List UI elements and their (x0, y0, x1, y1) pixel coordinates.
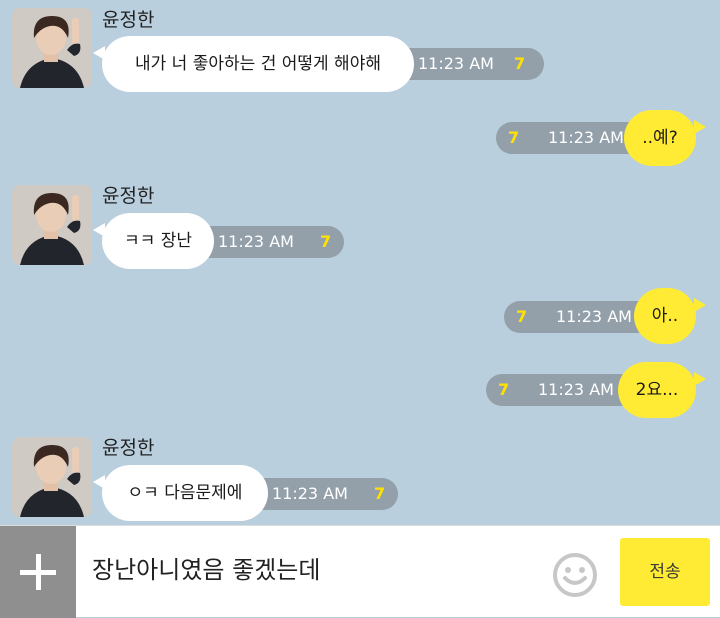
unread-count: 7 (508, 128, 520, 147)
chat-area[interactable]: 윤정한 11:23 AM 7 내가 너 좋아하는 건 어떻게 해야해 7 11:… (0, 0, 720, 525)
avatar[interactable] (12, 185, 92, 265)
message-composer: 장난아니였음 좋겠는데 전송 (0, 525, 720, 618)
message-time: 11:23 AM (272, 484, 348, 503)
unread-count: 7 (514, 54, 526, 73)
unread-count: 7 (498, 380, 510, 399)
message-time: 11:23 AM (418, 54, 494, 73)
message-meta: 7 11:23 AM (486, 374, 636, 406)
smiley-icon (553, 553, 597, 597)
message-bubble[interactable]: 2요... (618, 362, 706, 418)
message-bubble[interactable]: ..예? (624, 110, 706, 166)
unread-count: 7 (320, 232, 332, 251)
message-bubble[interactable]: 내가 너 좋아하는 건 어떻게 해야해 (93, 36, 414, 92)
unread-count: 7 (516, 307, 528, 326)
message-time: 11:23 AM (218, 232, 294, 251)
message-bubble[interactable]: 아.. (634, 288, 706, 344)
sender-name: 윤정한 (102, 185, 155, 207)
message-meta: 11:23 AM 7 (246, 478, 398, 510)
send-button[interactable]: 전송 (620, 538, 710, 606)
message-meta: 11:23 AM 7 (192, 226, 344, 258)
avatar[interactable] (12, 437, 92, 517)
plus-button[interactable] (0, 526, 76, 618)
emoji-button[interactable] (552, 552, 598, 598)
message-time: 11:23 AM (556, 307, 632, 326)
avatar[interactable] (12, 8, 92, 88)
message-meta: 7 11:23 AM (504, 301, 654, 333)
message-time: 11:23 AM (538, 380, 614, 399)
message-time: 11:23 AM (548, 128, 624, 147)
unread-count: 7 (374, 484, 386, 503)
message-meta: 11:23 AM 7 (392, 48, 544, 80)
sender-name: 윤정한 (102, 9, 155, 31)
message-input[interactable]: 장난아니였음 좋겠는데 (92, 550, 320, 590)
message-bubble[interactable]: ㅇㅋ 다음문제에 (93, 465, 268, 521)
message-bubble[interactable]: ㅋㅋ 장난 (93, 213, 214, 269)
sender-name: 윤정한 (102, 437, 155, 459)
